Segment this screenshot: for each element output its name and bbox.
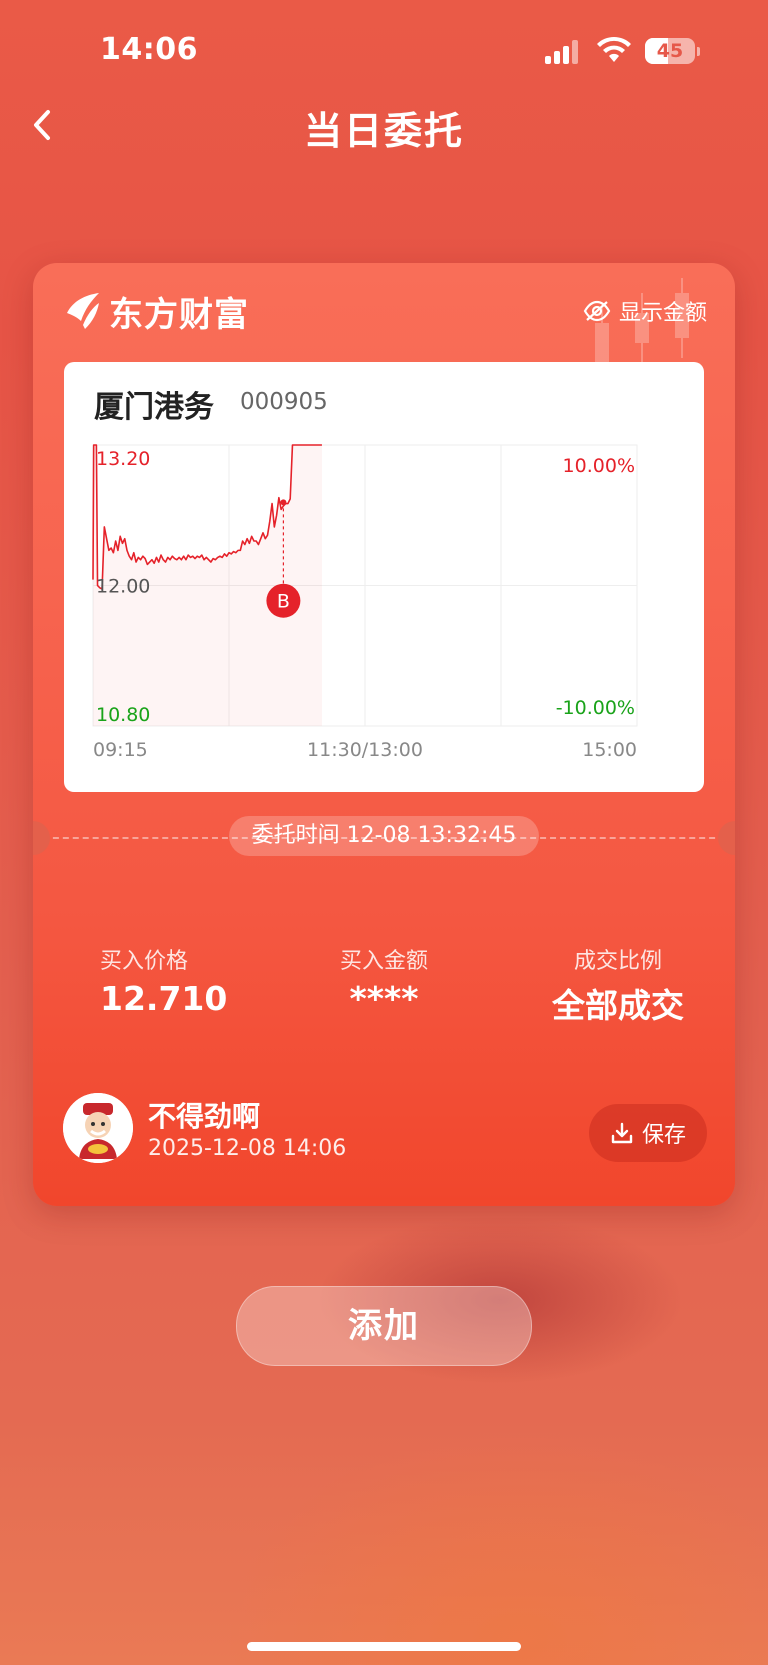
eye-off-icon <box>583 300 611 322</box>
status-bar: 14:06 45 <box>0 0 768 100</box>
cellular-signal-icon <box>545 40 581 64</box>
brand-logo: 东方财富 <box>63 289 249 335</box>
page-title: 当日委托 <box>303 109 464 153</box>
stat-value: 全部成交 <box>552 986 684 1025</box>
save-button[interactable]: 保存 <box>589 1104 707 1162</box>
y-label-pct-low: -10.00% <box>556 697 635 719</box>
eastmoney-logo-icon <box>67 293 99 329</box>
buy-marker-label: B <box>277 591 290 613</box>
stat-label: 买入金额 <box>339 949 428 974</box>
stat-buy-amount: 买入金额 **** <box>274 943 494 1018</box>
y-label-high: 13.20 <box>96 448 150 470</box>
battery-level: 45 <box>656 40 684 62</box>
intraday-chart: B 13.20 12.00 10.80 10.00% -10.00% 09:15 11:30/… <box>92 444 638 761</box>
stat-value: **** <box>349 979 419 1018</box>
avatar <box>63 1093 133 1163</box>
buy-marker-point <box>280 499 287 506</box>
stat-label: 成交比例 <box>573 949 662 974</box>
stat-value: 12.710 <box>100 979 228 1018</box>
stat-buy-price: 买入价格 12.710 <box>33 943 300 1018</box>
brand-name: 东方财富 <box>109 294 249 335</box>
battery-icon: 45 <box>645 38 700 64</box>
fortune-god-avatar-icon <box>63 1093 133 1163</box>
x-label-close: 15:00 <box>582 739 637 761</box>
y-label-low: 10.80 <box>96 704 150 726</box>
ticket-notch-right <box>718 821 735 855</box>
home-indicator <box>247 1642 521 1651</box>
save-label: 保存 <box>641 1123 686 1148</box>
stat-label: 买入价格 <box>100 949 189 974</box>
show-amount-toggle[interactable]: 显示金额 <box>583 295 707 327</box>
download-icon <box>611 1122 633 1144</box>
x-label-midday: 11:30/13:00 <box>307 739 423 761</box>
order-time: 委托时间 12-08 13:32:45 <box>229 816 539 856</box>
user-datetime: 2025-12-08 14:06 <box>148 1136 347 1161</box>
x-label-open: 09:15 <box>93 739 148 761</box>
ticket-notch-left <box>33 821 50 855</box>
stat-fill-ratio: 成交比例 全部成交 <box>508 943 728 1027</box>
y-label-pct-high: 10.00% <box>563 455 635 477</box>
stock-chart-panel: 厦门港务 000905 B 13.20 12.00 10.80 10.00% -10.00… <box>64 362 704 792</box>
status-time: 14:06 <box>100 32 198 67</box>
user-name: 不得劲啊 <box>148 1100 261 1133</box>
add-button[interactable]: 添加 <box>236 1286 532 1366</box>
order-card: 东方财富 显示金额 厦门港务 000905 B 13.20 12.00 10.80 10… <box>33 263 735 1206</box>
show-amount-label: 显示金额 <box>618 301 707 326</box>
wifi-icon <box>597 36 631 62</box>
y-label-mid: 12.00 <box>96 576 150 598</box>
